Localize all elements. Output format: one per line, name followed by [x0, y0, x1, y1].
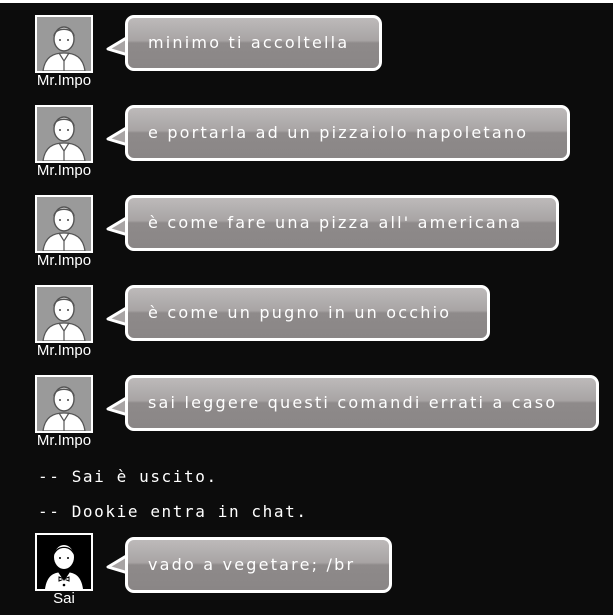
mr-impo-avatar-icon[interactable] [35, 15, 93, 73]
username-label: Sai [53, 590, 75, 607]
sai-avatar-icon[interactable] [35, 533, 93, 591]
mr-impo-avatar-icon[interactable] [35, 105, 93, 163]
username-label: Mr.Impo [36, 432, 92, 449]
username-label: Mr.Impo [36, 252, 92, 269]
chat-message: Mr.Impo è come un pugno in un occhio [0, 285, 613, 365]
message-bubble: e portarla ad un pizzaiolo napoletano [125, 105, 570, 161]
username-label: Mr.Impo [36, 342, 92, 359]
mr-impo-avatar-icon[interactable] [35, 195, 93, 253]
message-bubble: è come un pugno in un occhio [125, 285, 490, 341]
mr-impo-avatar-icon[interactable] [35, 285, 93, 343]
message-bubble: è come fare una pizza all' americana [125, 195, 559, 251]
username-label: Mr.Impo [36, 72, 92, 89]
chat-log: Mr.Impo minimo ti accoltella Mr.Impo e p… [0, 3, 613, 615]
message-bubble: sai leggere questi comandi errati a caso [125, 375, 599, 431]
chat-message: Mr.Impo minimo ti accoltella [0, 15, 613, 95]
message-bubble: minimo ti accoltella [125, 15, 382, 71]
message-bubble: vado a vegetare; /br [125, 537, 392, 593]
chat-message: Mr.Impo sai leggere questi comandi errat… [0, 375, 613, 455]
username-label: Mr.Impo [36, 162, 92, 179]
chat-message: Mr.Impo e portarla ad un pizzaiolo napol… [0, 105, 613, 185]
mr-impo-avatar-icon[interactable] [35, 375, 93, 433]
system-message: -- Sai è uscito. [38, 467, 218, 486]
chat-message: Mr.Impo è come fare una pizza all' ameri… [0, 195, 613, 275]
system-message: -- Dookie entra in chat. [38, 502, 308, 521]
chat-message: Sai vado a vegetare; /br [0, 533, 613, 613]
